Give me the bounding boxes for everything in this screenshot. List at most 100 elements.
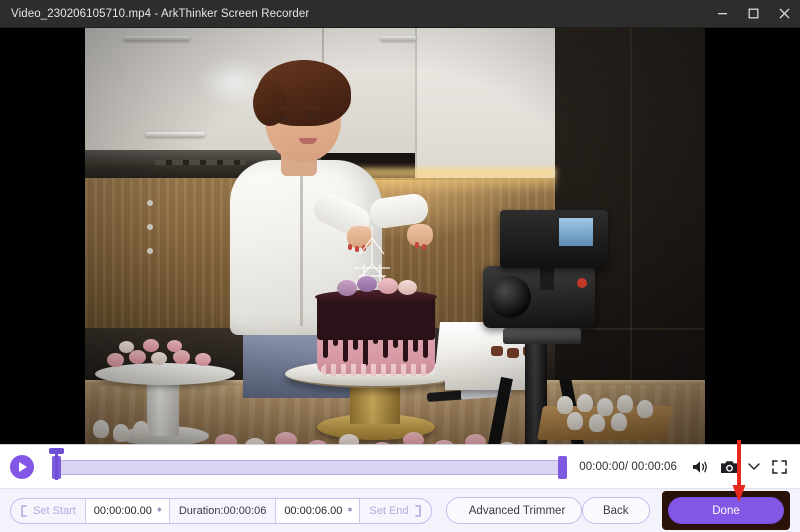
minimize-button[interactable] [707,0,738,28]
start-time-field[interactable]: 00:00:00.00 ▲ ▼ [85,498,170,523]
set-end-button[interactable]: Set End [360,499,430,523]
scene-nail-polish [422,244,426,250]
app-window: Video_230206105710.mp4 - ArkThinker Scre… [0,0,800,532]
window-title: Video_230206105710.mp4 - ArkThinker Scre… [11,7,310,20]
scene-macaron [151,352,167,365]
scene-meringue [93,420,109,438]
scene-meringue [113,424,129,442]
advanced-trimmer-button[interactable]: Advanced Trimmer [445,497,582,524]
time-display: 00:00:00/ 00:00:06 [579,460,677,473]
duration-label: Duration:00:00:06 [170,498,277,523]
scene-macaron [119,341,134,353]
close-button[interactable] [769,0,800,28]
scene-coat-button [147,224,153,230]
set-start-label: Set Start [33,504,76,517]
scene-cabinet-handle [123,36,190,41]
scene-box-pastry [507,348,519,358]
end-time-stepper[interactable]: ▲ ▼ [346,506,353,514]
scene-drip [333,328,338,346]
scene-meringue [637,400,653,418]
video-stage[interactable] [0,28,800,444]
end-time-field[interactable]: 00:00:06.00 ▲ ▼ [276,498,361,523]
scene-meringue [133,421,149,439]
scene-cake-top [315,290,437,304]
scene-hood-vents [155,160,245,165]
scene-chef-hand-right [407,224,433,246]
scene-meringue [597,398,613,416]
bracket-right-icon [414,504,421,517]
done-button[interactable]: Done [668,497,784,524]
scene-camera-lens [489,276,531,318]
scene-upper-cabinet-right [415,28,555,180]
start-time-value: 00:00:00.00 [93,504,152,517]
play-button[interactable] [10,454,34,479]
window-controls [707,0,800,28]
scene-nail-polish [415,242,419,248]
back-button[interactable]: Back [581,497,650,524]
snapshot-button[interactable] [718,456,740,478]
minimize-icon [718,13,727,15]
advanced-trimmer-label: Advanced Trimmer [468,504,566,517]
video-preview[interactable] [85,28,705,444]
bracket-left-icon [21,504,27,517]
player-icon-group [689,456,790,478]
scene-drip [403,328,408,362]
chevron-down-icon [748,463,760,470]
scene-coat-button [147,248,153,254]
start-time-stepper[interactable]: ▲ ▼ [156,506,163,514]
back-label: Back [602,504,629,517]
scene-scattered-macaron [215,434,237,444]
playhead-stem [55,452,58,480]
done-label: Done [712,504,740,517]
scene-cake-macaron [357,276,377,292]
timeline-row: 00:00:00/ 00:00:06 [0,445,800,489]
scene-scattered-macaron [403,432,424,444]
scene-cake-macaron [378,278,398,294]
scene-scattered-macaron [465,434,486,444]
scene-drip [383,328,388,358]
scene-meringue [617,395,633,413]
scene-drip [343,328,348,362]
title-bar: Video_230206105710.mp4 - ArkThinker Scre… [0,0,800,28]
scene-drip [353,328,358,350]
scene-scattered-macaron [275,432,297,444]
scene-camera-plate [503,328,581,344]
progress-track[interactable] [56,459,564,475]
maximize-button[interactable] [738,0,769,28]
trim-controls-group: Set Start 00:00:00.00 ▲ ▼ Duration:00:00… [10,497,432,524]
scene-monitor-screen [559,218,593,246]
scene-left-stand-column [147,378,179,436]
scene-coat-button [147,200,153,206]
scene-cake-macaron [337,280,357,296]
timeline-track[interactable] [48,447,569,480]
playhead[interactable] [49,447,64,480]
scene-pastry-box-lid [433,322,493,380]
volume-button[interactable] [689,456,711,478]
scene-scattered-macaron [339,434,359,444]
trim-toolbar: Set Start 00:00:00.00 ▲ ▼ Duration:00:00… [0,489,800,532]
scene-meringue [557,396,573,414]
camera-icon [720,460,738,473]
scene-meringue [611,413,627,431]
scene-cabinet-handle [145,132,205,137]
letterbox-right [705,28,800,444]
fullscreen-button[interactable] [768,456,790,478]
end-time-value: 00:00:06.00 [284,504,343,517]
scene-macaron [129,350,146,364]
scene-chef-eye [306,115,317,119]
player-controls: 00:00:00/ 00:00:06 Set Start 00:00:00.00… [0,444,800,532]
scene-cabinet-handle [380,36,416,41]
trim-handle-end[interactable] [558,455,568,479]
snapshot-menu-button[interactable] [747,456,761,478]
fullscreen-icon [771,459,787,474]
scene-drip [323,328,328,358]
video-scene-kitchen [85,28,705,444]
scene-drip [373,328,378,344]
set-start-button[interactable]: Set Start [11,498,86,523]
scene-drip [423,328,428,358]
scene-box-pastry [491,346,503,356]
set-end-label: Set End [369,504,409,517]
scene-meringue [567,412,583,430]
close-icon [779,8,790,19]
volume-icon [693,460,707,473]
